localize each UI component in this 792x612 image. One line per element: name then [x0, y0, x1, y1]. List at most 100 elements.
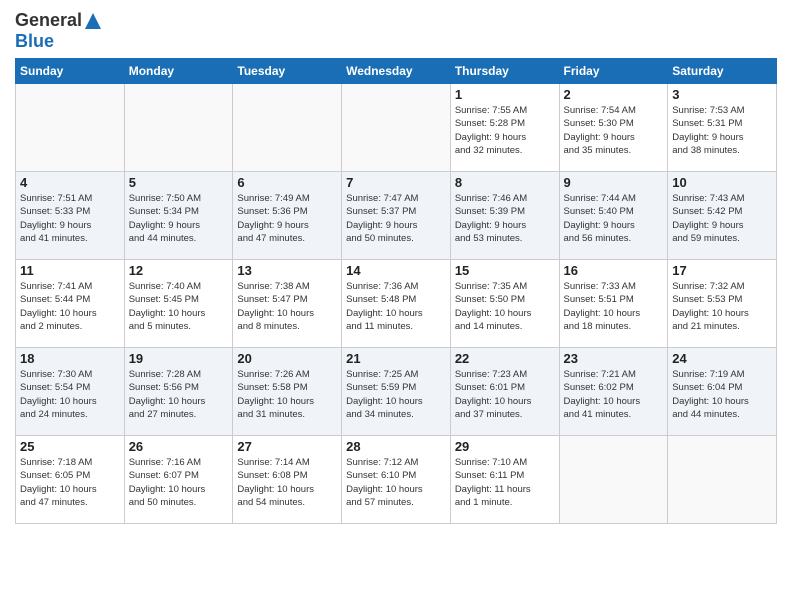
calendar-cell: 11 Sunrise: 7:41 AM Sunset: 5:44 PM Dayli… — [16, 260, 125, 348]
day-info: Sunrise: 7:25 AM Sunset: 5:59 PM Dayligh… — [346, 368, 446, 421]
day-info: Sunrise: 7:12 AM Sunset: 6:10 PM Dayligh… — [346, 456, 446, 509]
day-number: 28 — [346, 439, 446, 454]
day-number: 14 — [346, 263, 446, 278]
calendar-cell — [559, 436, 668, 524]
calendar-cell: 20Sunrise: 7:26 AM Sunset: 5:58 PM Dayli… — [233, 348, 342, 436]
day-number: 18 — [20, 351, 120, 366]
calendar-body: 1 Sunrise: 7:55 AM Sunset: 5:28 PM Daylig… — [16, 84, 777, 524]
day-number: 24 — [672, 351, 772, 366]
calendar-cell: 29 Sunrise: 7:10 AM Sunset: 6:11 PM Dayli… — [450, 436, 559, 524]
calendar-cell — [124, 84, 233, 172]
day-info: Sunrise: 7:23 AM Sunset: 6:01 PM Dayligh… — [455, 368, 555, 421]
calendar-table: SundayMondayTuesdayWednesdayThursdayFrid… — [15, 58, 777, 524]
day-number: 16 — [564, 263, 664, 278]
day-info: Sunrise: 7:14 AM Sunset: 6:08 PM Dayligh… — [237, 456, 337, 509]
calendar-header-wednesday: Wednesday — [342, 59, 451, 84]
day-number: 26 — [129, 439, 229, 454]
header: General Blue — [15, 10, 777, 52]
calendar-header-row: SundayMondayTuesdayWednesdayThursdayFrid… — [16, 59, 777, 84]
day-info: Sunrise: 7:43 AM Sunset: 5:42 PM Dayligh… — [672, 192, 772, 245]
calendar-cell: 21 Sunrise: 7:25 AM Sunset: 5:59 PM Dayli… — [342, 348, 451, 436]
calendar-header-tuesday: Tuesday — [233, 59, 342, 84]
calendar-week-row: 18 Sunrise: 7:30 AM Sunset: 5:54 PM Dayli… — [16, 348, 777, 436]
calendar-cell: 27 Sunrise: 7:14 AM Sunset: 6:08 PM Dayli… — [233, 436, 342, 524]
logo-blue: Blue — [15, 31, 54, 52]
calendar-cell: 4 Sunrise: 7:51 AM Sunset: 5:33 PM Daylig… — [16, 172, 125, 260]
calendar-cell: 3 Sunrise: 7:53 AM Sunset: 5:31 PM Daylig… — [668, 84, 777, 172]
calendar-cell: 14Sunrise: 7:36 AM Sunset: 5:48 PM Dayli… — [342, 260, 451, 348]
calendar-week-row: 1 Sunrise: 7:55 AM Sunset: 5:28 PM Daylig… — [16, 84, 777, 172]
day-number: 29 — [455, 439, 555, 454]
day-number: 7 — [346, 175, 446, 190]
day-info: Sunrise: 7:51 AM Sunset: 5:33 PM Dayligh… — [20, 192, 120, 245]
calendar-cell: 28 Sunrise: 7:12 AM Sunset: 6:10 PM Dayli… — [342, 436, 451, 524]
day-number: 25 — [20, 439, 120, 454]
day-number: 3 — [672, 87, 772, 102]
day-info: Sunrise: 7:49 AM Sunset: 5:36 PM Dayligh… — [237, 192, 337, 245]
day-info: Sunrise: 7:54 AM Sunset: 5:30 PM Dayligh… — [564, 104, 664, 157]
day-number: 27 — [237, 439, 337, 454]
calendar-cell: 2 Sunrise: 7:54 AM Sunset: 5:30 PM Daylig… — [559, 84, 668, 172]
day-number: 6 — [237, 175, 337, 190]
day-info: Sunrise: 7:50 AM Sunset: 5:34 PM Dayligh… — [129, 192, 229, 245]
calendar-cell: 1 Sunrise: 7:55 AM Sunset: 5:28 PM Daylig… — [450, 84, 559, 172]
calendar-cell — [668, 436, 777, 524]
day-number: 13 — [237, 263, 337, 278]
day-number: 2 — [564, 87, 664, 102]
logo: General Blue — [15, 10, 103, 52]
day-number: 21 — [346, 351, 446, 366]
day-info: Sunrise: 7:19 AM Sunset: 6:04 PM Dayligh… — [672, 368, 772, 421]
calendar-cell: 23 Sunrise: 7:21 AM Sunset: 6:02 PM Dayli… — [559, 348, 668, 436]
day-info: Sunrise: 7:53 AM Sunset: 5:31 PM Dayligh… — [672, 104, 772, 157]
calendar-cell: 16 Sunrise: 7:33 AM Sunset: 5:51 PM Dayli… — [559, 260, 668, 348]
day-number: 4 — [20, 175, 120, 190]
day-info: Sunrise: 7:30 AM Sunset: 5:54 PM Dayligh… — [20, 368, 120, 421]
calendar-week-row: 25Sunrise: 7:18 AM Sunset: 6:05 PM Dayli… — [16, 436, 777, 524]
calendar-cell: 5 Sunrise: 7:50 AM Sunset: 5:34 PM Daylig… — [124, 172, 233, 260]
calendar-cell: 24 Sunrise: 7:19 AM Sunset: 6:04 PM Dayli… — [668, 348, 777, 436]
day-info: Sunrise: 7:26 AM Sunset: 5:58 PM Dayligh… — [237, 368, 337, 421]
calendar-cell: 18 Sunrise: 7:30 AM Sunset: 5:54 PM Dayli… — [16, 348, 125, 436]
day-number: 23 — [564, 351, 664, 366]
day-info: Sunrise: 7:16 AM Sunset: 6:07 PM Dayligh… — [129, 456, 229, 509]
calendar-header-sunday: Sunday — [16, 59, 125, 84]
calendar-cell: 15 Sunrise: 7:35 AM Sunset: 5:50 PM Dayli… — [450, 260, 559, 348]
calendar-cell: 22Sunrise: 7:23 AM Sunset: 6:01 PM Dayli… — [450, 348, 559, 436]
calendar-cell: 25Sunrise: 7:18 AM Sunset: 6:05 PM Dayli… — [16, 436, 125, 524]
day-number: 8 — [455, 175, 555, 190]
calendar-cell: 6 Sunrise: 7:49 AM Sunset: 5:36 PM Daylig… — [233, 172, 342, 260]
calendar-cell — [342, 84, 451, 172]
day-info: Sunrise: 7:21 AM Sunset: 6:02 PM Dayligh… — [564, 368, 664, 421]
calendar-header-thursday: Thursday — [450, 59, 559, 84]
calendar-cell — [233, 84, 342, 172]
day-number: 10 — [672, 175, 772, 190]
day-info: Sunrise: 7:47 AM Sunset: 5:37 PM Dayligh… — [346, 192, 446, 245]
day-info: Sunrise: 7:33 AM Sunset: 5:51 PM Dayligh… — [564, 280, 664, 333]
calendar-cell: 17Sunrise: 7:32 AM Sunset: 5:53 PM Dayli… — [668, 260, 777, 348]
day-number: 11 — [20, 263, 120, 278]
calendar-cell: 9 Sunrise: 7:44 AM Sunset: 5:40 PM Daylig… — [559, 172, 668, 260]
day-info: Sunrise: 7:46 AM Sunset: 5:39 PM Dayligh… — [455, 192, 555, 245]
day-info: Sunrise: 7:28 AM Sunset: 5:56 PM Dayligh… — [129, 368, 229, 421]
day-info: Sunrise: 7:35 AM Sunset: 5:50 PM Dayligh… — [455, 280, 555, 333]
day-info: Sunrise: 7:55 AM Sunset: 5:28 PM Dayligh… — [455, 104, 555, 157]
calendar-cell: 10 Sunrise: 7:43 AM Sunset: 5:42 PM Dayli… — [668, 172, 777, 260]
logo-general: General — [15, 10, 82, 31]
day-number: 5 — [129, 175, 229, 190]
calendar-header-friday: Friday — [559, 59, 668, 84]
calendar-cell: 13Sunrise: 7:38 AM Sunset: 5:47 PM Dayli… — [233, 260, 342, 348]
calendar-cell: 12Sunrise: 7:40 AM Sunset: 5:45 PM Dayli… — [124, 260, 233, 348]
calendar-week-row: 11 Sunrise: 7:41 AM Sunset: 5:44 PM Dayli… — [16, 260, 777, 348]
day-info: Sunrise: 7:44 AM Sunset: 5:40 PM Dayligh… — [564, 192, 664, 245]
calendar-cell: 8 Sunrise: 7:46 AM Sunset: 5:39 PM Daylig… — [450, 172, 559, 260]
day-number: 15 — [455, 263, 555, 278]
day-number: 1 — [455, 87, 555, 102]
day-info: Sunrise: 7:10 AM Sunset: 6:11 PM Dayligh… — [455, 456, 555, 509]
calendar-header-saturday: Saturday — [668, 59, 777, 84]
day-info: Sunrise: 7:41 AM Sunset: 5:44 PM Dayligh… — [20, 280, 120, 333]
calendar-cell: 26 Sunrise: 7:16 AM Sunset: 6:07 PM Dayli… — [124, 436, 233, 524]
calendar-cell: 7 Sunrise: 7:47 AM Sunset: 5:37 PM Daylig… — [342, 172, 451, 260]
calendar-header-monday: Monday — [124, 59, 233, 84]
page: General Blue SundayMondayTuesdayWednesda… — [0, 0, 792, 612]
day-number: 9 — [564, 175, 664, 190]
